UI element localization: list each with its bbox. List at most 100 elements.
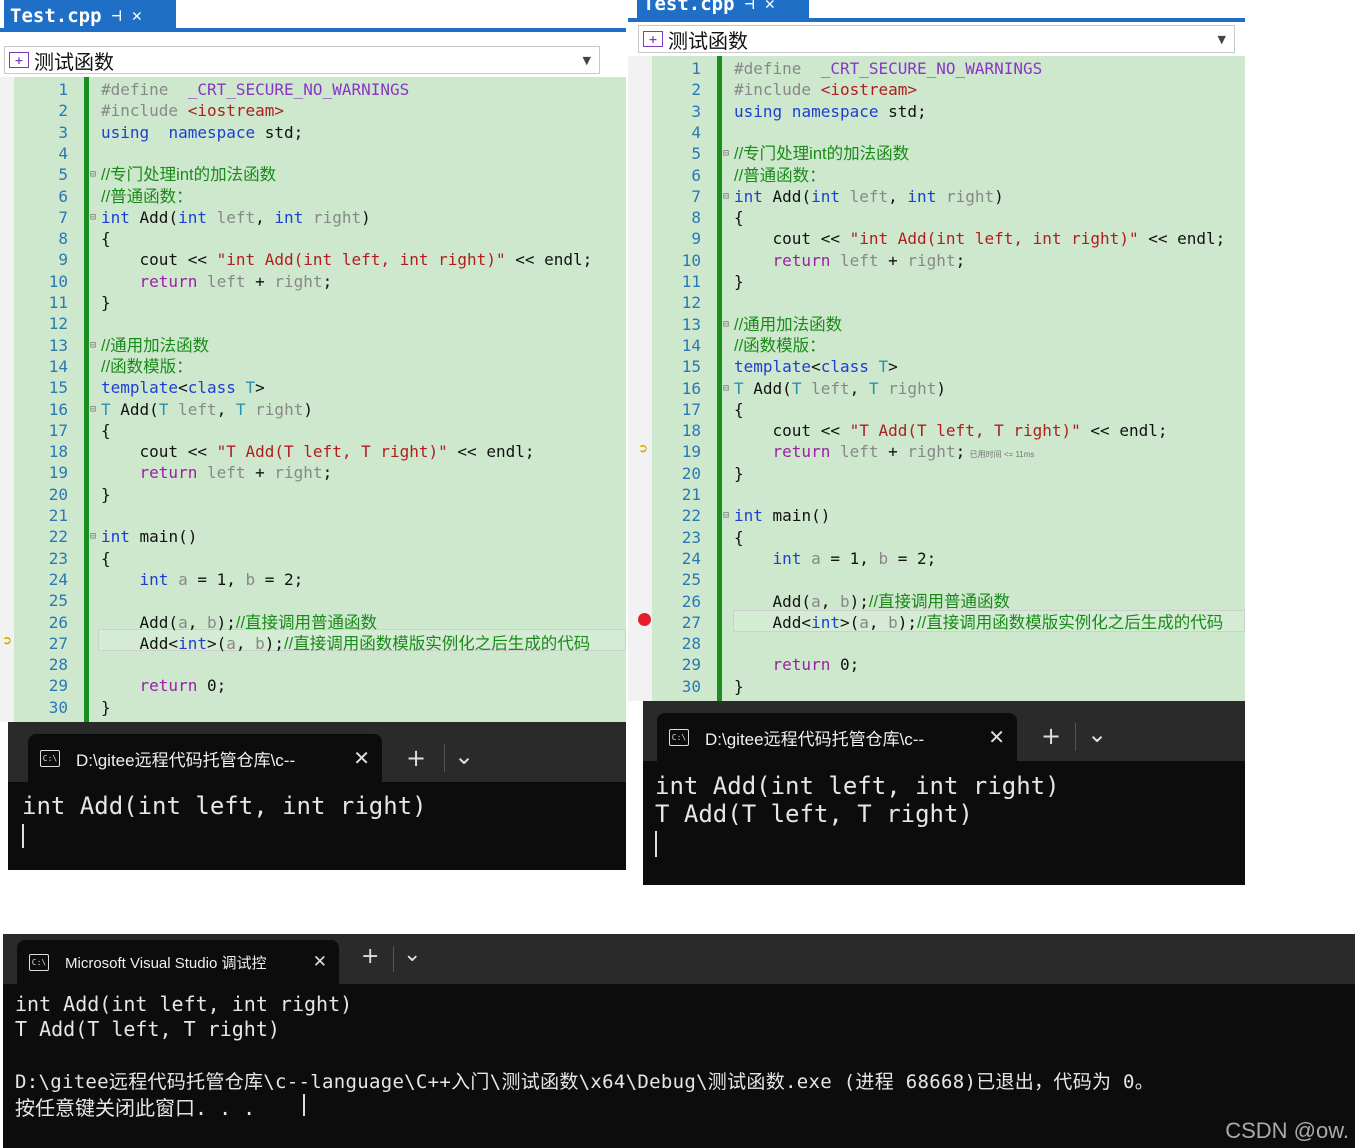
line-number: 17: [681, 399, 701, 419]
code-line[interactable]: #define _CRT_SECURE_NO_WARNINGS: [101, 79, 409, 100]
code-line[interactable]: return left + right;: [734, 250, 966, 271]
code-line[interactable]: int Add(int left, int right): [734, 186, 1004, 207]
code-line[interactable]: }: [101, 292, 111, 313]
line-number: 6: [58, 186, 68, 206]
pin-icon[interactable]: ⊣: [112, 6, 122, 26]
plus-icon[interactable]: +: [361, 944, 379, 969]
scope-navigation-dropdown[interactable]: + 测试函数 ▼: [638, 25, 1235, 53]
close-icon[interactable]: ✕: [132, 6, 142, 26]
code-token: #define: [734, 59, 812, 78]
code-line[interactable]: return left + right;: [101, 271, 333, 292]
fold-toggle-icon[interactable]: ⊟: [723, 148, 729, 159]
code-line[interactable]: template<class T>: [101, 377, 265, 398]
code-line[interactable]: {: [734, 527, 744, 548]
code-line[interactable]: }: [734, 463, 744, 484]
code-line[interactable]: //函数模版：: [101, 356, 193, 377]
code-line[interactable]: cout << "T Add(T left, T right)" << endl…: [101, 441, 535, 462]
fold-toggle-icon[interactable]: ⊟: [90, 212, 96, 223]
code-line[interactable]: using namespace std;: [101, 122, 303, 143]
code-line[interactable]: Add(a, b);//直接调用普通函数: [734, 591, 1011, 612]
code-token: //普通函数：: [734, 166, 826, 185]
code-line[interactable]: return left + right; 已用时间 <= 11ms: [734, 441, 1035, 462]
glyph-margin[interactable]: [0, 77, 14, 722]
code-line[interactable]: //专门处理int的加法函数: [101, 164, 276, 185]
fold-toggle-icon[interactable]: ⊟: [90, 340, 96, 351]
code-line[interactable]: cout << "int Add(int left, int right)" <…: [101, 249, 593, 270]
code-line[interactable]: Add<int>(a, b);//直接调用函数模版实例化之后生成的代码: [734, 612, 1224, 633]
chevron-down-icon[interactable]: ⌄: [454, 742, 474, 770]
code-line[interactable]: {: [101, 548, 111, 569]
breakpoint-icon[interactable]: [638, 613, 651, 626]
code-line[interactable]: //通用加法函数: [734, 314, 842, 335]
code-line[interactable]: }: [101, 697, 111, 718]
code-token: +: [245, 271, 275, 291]
code-line[interactable]: cout << "int Add(int left, int right)" <…: [734, 228, 1226, 249]
code-line[interactable]: //函数模版：: [734, 335, 826, 356]
code-line[interactable]: //专门处理int的加法函数: [734, 143, 909, 164]
change-tracking-bar: [717, 56, 722, 701]
code-line[interactable]: #define _CRT_SECURE_NO_WARNINGS: [734, 58, 1042, 79]
code-line[interactable]: {: [734, 399, 744, 420]
scope-navigation-dropdown[interactable]: + 测试函数 ▼: [4, 46, 600, 74]
code-editor[interactable]: ➲ 1 #define _CRT_SECURE_NO_WARNINGS 2 #incl…: [628, 56, 1245, 701]
code-line[interactable]: {: [101, 228, 111, 249]
code-line[interactable]: int main(): [734, 505, 830, 526]
pin-icon[interactable]: ⊣: [745, 0, 755, 14]
code-token: a: [168, 569, 188, 589]
code-line[interactable]: template<class T>: [734, 356, 898, 377]
close-icon[interactable]: ✕: [313, 952, 327, 972]
fold-toggle-icon[interactable]: ⊟: [90, 531, 96, 542]
terminal-tab[interactable]: C:\ D:\gitee远程代码托管仓库\c-- ✕: [28, 734, 382, 782]
glyph-margin[interactable]: [628, 56, 652, 701]
code-line[interactable]: return 0;: [734, 654, 860, 675]
code-line[interactable]: {: [734, 207, 744, 228]
code-line[interactable]: T Add(T left, T right): [734, 378, 946, 399]
code-token: a: [178, 612, 188, 632]
code-line[interactable]: }: [101, 484, 111, 505]
code-token: _CRT_SECURE_NO_WARNINGS: [178, 80, 410, 99]
chevron-down-icon[interactable]: ▼: [1218, 33, 1226, 46]
code-line[interactable]: return 0;: [101, 675, 227, 696]
fold-toggle-icon[interactable]: ⊟: [723, 319, 729, 330]
plus-icon[interactable]: +: [406, 744, 426, 772]
terminal-tab[interactable]: C:\ D:\gitee远程代码托管仓库\c-- ✕: [657, 713, 1017, 761]
code-line[interactable]: Add(a, b);//直接调用普通函数: [101, 612, 378, 633]
code-token: ,: [187, 612, 207, 632]
code-line[interactable]: cout << "T Add(T left, T right)" << endl…: [734, 420, 1168, 441]
code-line[interactable]: int a = 1, b = 2;: [101, 569, 304, 590]
code-token: >: [888, 357, 898, 377]
chevron-down-icon[interactable]: ⌄: [1087, 720, 1107, 748]
fold-toggle-icon[interactable]: ⊟: [90, 404, 96, 415]
chevron-down-icon[interactable]: ▼: [583, 54, 591, 67]
code-line[interactable]: Add<int>(a, b);//直接调用函数模版实例化之后生成的代码: [101, 633, 591, 654]
chevron-down-icon[interactable]: ⌄: [403, 942, 421, 967]
terminal-tab[interactable]: C:\ Microsoft Visual Studio 调试控 ✕: [17, 940, 339, 984]
code-line[interactable]: #include <iostream>: [734, 79, 917, 100]
code-editor[interactable]: ➲ 1 #define _CRT_SECURE_NO_WARNINGS 2 #incl…: [0, 77, 626, 722]
code-line[interactable]: //普通函数：: [734, 165, 826, 186]
code-line[interactable]: using namespace std;: [734, 101, 927, 122]
fold-toggle-icon[interactable]: ⊟: [90, 169, 96, 180]
fold-toggle-icon[interactable]: ⊟: [723, 510, 729, 521]
code-line[interactable]: }: [734, 271, 744, 292]
code-token: template: [734, 357, 812, 377]
close-icon[interactable]: ✕: [765, 0, 775, 14]
plus-icon[interactable]: +: [1041, 722, 1061, 750]
code-line[interactable]: //通用加法函数: [101, 335, 209, 356]
code-line[interactable]: int Add(int left, int right): [101, 207, 371, 228]
code-line[interactable]: T Add(T left, T right): [101, 399, 313, 420]
code-line[interactable]: //普通函数：: [101, 186, 193, 207]
code-line[interactable]: {: [101, 420, 111, 441]
code-line[interactable]: return left + right;: [101, 462, 333, 483]
code-line[interactable]: int main(): [101, 526, 197, 547]
fold-toggle-icon[interactable]: ⊟: [723, 383, 729, 394]
code-line[interactable]: }: [734, 676, 744, 697]
close-icon[interactable]: ✕: [988, 725, 1005, 750]
code-line[interactable]: #include <iostream>: [101, 100, 284, 121]
file-tab-test-cpp[interactable]: Test.cpp ⊣ ✕: [4, 0, 176, 32]
perf-tip[interactable]: 已用时间 <= 11ms: [965, 450, 1035, 459]
file-tab-test-cpp[interactable]: Test.cpp ⊣ ✕: [637, 0, 809, 20]
close-icon[interactable]: ✕: [353, 746, 370, 771]
code-line[interactable]: int a = 1, b = 2;: [734, 548, 937, 569]
fold-toggle-icon[interactable]: ⊟: [723, 191, 729, 202]
